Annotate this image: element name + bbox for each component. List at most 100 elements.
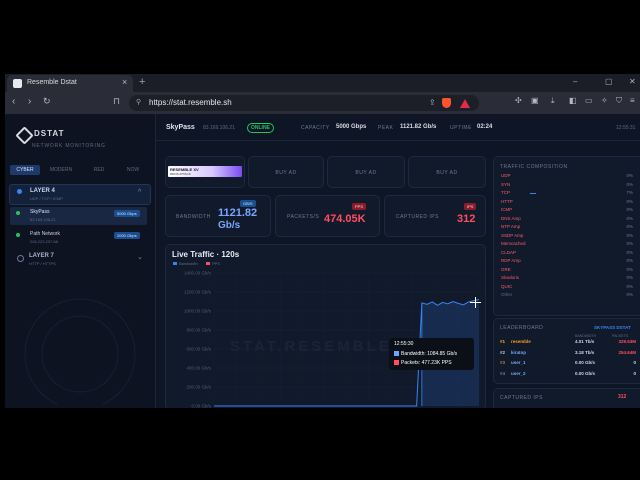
ad-banner[interactable]: RESEMBLE XV DDOS ATTACK bbox=[165, 156, 245, 188]
leaderboard-pk: 329.53M bbox=[618, 339, 636, 344]
dstat-logo-icon bbox=[15, 126, 34, 145]
chevron-down-icon[interactable]: ⌄ bbox=[137, 253, 143, 261]
traffic-type-name: GRE bbox=[501, 266, 511, 272]
tab-close-icon[interactable]: × bbox=[122, 77, 127, 87]
tab-search-icon[interactable]: ▣ bbox=[531, 96, 539, 105]
peak-label: PEAK bbox=[378, 125, 394, 131]
traffic-type-name: Memcached bbox=[501, 241, 526, 246]
bandwidth-unit: Gb/s bbox=[218, 220, 241, 231]
tooltip-packets-swatch bbox=[394, 360, 399, 365]
layer7-icon bbox=[17, 255, 24, 262]
wallet-icon[interactable]: ▭ bbox=[585, 96, 593, 105]
ad-slot-2[interactable]: BUY AD bbox=[327, 156, 405, 188]
site-logo-icon bbox=[13, 79, 22, 88]
address-bar[interactable]: ⚲ https://stat.resemble.sh ⇪ ☆ bbox=[129, 95, 479, 111]
captured-ips-panel: CAPTURED IPS 312 bbox=[493, 388, 640, 408]
theme-tabs: CYBER MODERN RED NOW bbox=[10, 165, 150, 176]
leaderboard-name: kiratop bbox=[511, 349, 527, 355]
tab-red[interactable]: RED bbox=[84, 165, 114, 175]
leaderboard-rank: #3 bbox=[500, 360, 506, 365]
traffic-type-name: NTP Amp bbox=[501, 224, 521, 229]
traffic-type-percent: 0% bbox=[626, 207, 633, 212]
server-name: SkyPass bbox=[166, 124, 195, 131]
extensions-icon[interactable]: ✣ bbox=[515, 96, 522, 105]
brave-rewards-icon[interactable] bbox=[460, 99, 470, 108]
minimize-button[interactable]: – bbox=[573, 77, 577, 86]
layer4-section[interactable]: LAYER 4 UDP / TCP / ICMP ^ bbox=[9, 184, 151, 205]
node-item-skypass[interactable]: SkyPass 83.169.106.21 5000 Gbps bbox=[10, 207, 147, 225]
traffic-chart[interactable]: 1400.00 Gb/s 1200.00 Gb/s 1000.00 Gb/s 800.… bbox=[166, 245, 485, 408]
traffic-type-percent: 0% bbox=[626, 283, 633, 289]
url-text: https://stat.resemble.sh bbox=[149, 98, 232, 107]
node-item-path-network[interactable]: Path Network 206.223.237.88 2000 Gbps bbox=[10, 229, 147, 247]
chevron-up-icon[interactable]: ^ bbox=[138, 189, 141, 196]
reload-icon[interactable]: ↻ bbox=[43, 96, 51, 107]
brand-title: DSTAT bbox=[34, 129, 65, 138]
buy-ad-label: BUY AD bbox=[355, 170, 377, 176]
menu-icon[interactable]: ≡ bbox=[630, 96, 635, 105]
node-capacity-badge: 2000 Gbps bbox=[114, 232, 140, 239]
leaderboard-card: LEADERBOARD SKYPASS DSTAT BANDWIDTH PACK… bbox=[493, 318, 640, 384]
status-badge: ONLINE bbox=[247, 123, 274, 133]
leaderboard-row: #2 kiratop 3.18 Tb/s 254.64M bbox=[500, 350, 636, 359]
y-tick-label: 200.00 Gb/s bbox=[186, 385, 211, 390]
col-packets: PACKETS bbox=[612, 334, 629, 338]
live-traffic-card: Live Traffic · 120s Bandwidth PPS 1400.0… bbox=[165, 244, 486, 408]
layer7-subtitle: HTTP / HTTPS bbox=[29, 261, 56, 266]
sidebar-toggle-icon[interactable]: ◧ bbox=[569, 96, 577, 105]
traffic-type-percent: 0% bbox=[626, 232, 633, 238]
leaderboard-list: #1 resemble 4.01 Tb/s 329.53M #2 kiratop 3.18 … bbox=[500, 339, 636, 381]
vpn-icon[interactable]: ⛉ bbox=[616, 96, 622, 106]
packets-label: PACKETS/S bbox=[287, 214, 320, 220]
site-info-icon[interactable]: ⚲ bbox=[136, 98, 141, 106]
traffic-type-percent: 0% bbox=[626, 266, 633, 272]
tooltip-packets: Packets: 477.23K PPS bbox=[401, 360, 452, 366]
captured-panel-title: CAPTURED IPS bbox=[500, 395, 543, 401]
brand-subtitle: NETWORK MONITORING bbox=[32, 143, 106, 149]
leaderboard-row: #1 resemble 4.01 Tb/s 329.53M bbox=[500, 339, 636, 348]
packets-card: PACKETS/S PPS 474.05K bbox=[275, 195, 380, 237]
traffic-type-percent: 0% bbox=[626, 215, 633, 221]
forward-icon[interactable]: › bbox=[28, 96, 31, 107]
traffic-type-name: UDP bbox=[501, 173, 511, 178]
tab-modern[interactable]: MODERN bbox=[46, 165, 76, 175]
browser-tab[interactable]: Resemble Dstat × bbox=[7, 75, 133, 92]
banner-image: RESEMBLE XV DDOS ATTACK bbox=[168, 166, 242, 177]
traffic-type-percent: 0% bbox=[626, 241, 633, 246]
traffic-type-name: DNS Amp bbox=[501, 215, 521, 221]
ad-slot-3[interactable]: BUY AD bbox=[408, 156, 486, 188]
node-name: Path Network bbox=[30, 231, 61, 237]
traffic-type-percent: 0% bbox=[626, 258, 633, 263]
close-window-button[interactable]: ✕ bbox=[629, 77, 636, 86]
mouse-cursor-icon bbox=[470, 297, 481, 308]
bookmark-icon[interactable]: ⊓ bbox=[113, 96, 120, 107]
tooltip-bandwidth-swatch bbox=[394, 351, 399, 356]
tooltip-time: 12:55:30 bbox=[394, 341, 414, 347]
maximize-button[interactable]: ▢ bbox=[605, 77, 613, 86]
share-icon[interactable]: ⇪ bbox=[429, 98, 436, 107]
tooltip-bandwidth: Bandwidth: 1084.85 Gb/s bbox=[401, 351, 458, 357]
brave-shields-icon[interactable] bbox=[442, 98, 451, 108]
y-tick-label: 400.00 Gb/s bbox=[186, 366, 211, 371]
download-icon[interactable]: ⤓ bbox=[551, 96, 555, 106]
leaderboard-rank: #4 bbox=[500, 370, 506, 376]
traffic-type-name: ICMP bbox=[501, 207, 513, 212]
new-tab-button[interactable]: + bbox=[139, 76, 145, 88]
ai-assistant-icon[interactable]: ✧ bbox=[601, 96, 608, 105]
traffic-type-name: Other bbox=[501, 292, 513, 297]
tab-now[interactable]: NOW bbox=[118, 165, 148, 175]
leaderboard-pk: 0 bbox=[633, 370, 636, 376]
y-tick-label: 1000.00 Gb/s bbox=[184, 309, 212, 314]
node-capacity-badge: 5000 Gbps bbox=[114, 210, 140, 217]
tab-cyber[interactable]: CYBER bbox=[10, 165, 40, 175]
packets-unit-badge: PPS bbox=[352, 203, 367, 210]
traffic-type-percent: 0% bbox=[626, 275, 633, 280]
back-icon[interactable]: ‹ bbox=[12, 96, 15, 107]
layer7-section[interactable]: LAYER 7 HTTP / HTTPS ⌄ bbox=[9, 250, 149, 270]
layer4-subtitle: UDP / TCP / ICMP bbox=[30, 196, 63, 201]
traffic-type-percent: 0% bbox=[626, 181, 633, 187]
bandwidth-unit-badge: GB/S bbox=[240, 200, 256, 207]
traffic-type-name: SYN bbox=[501, 181, 511, 187]
ad-slot-1[interactable]: BUY AD bbox=[248, 156, 324, 188]
traffic-type-percent: 0% bbox=[626, 224, 633, 229]
